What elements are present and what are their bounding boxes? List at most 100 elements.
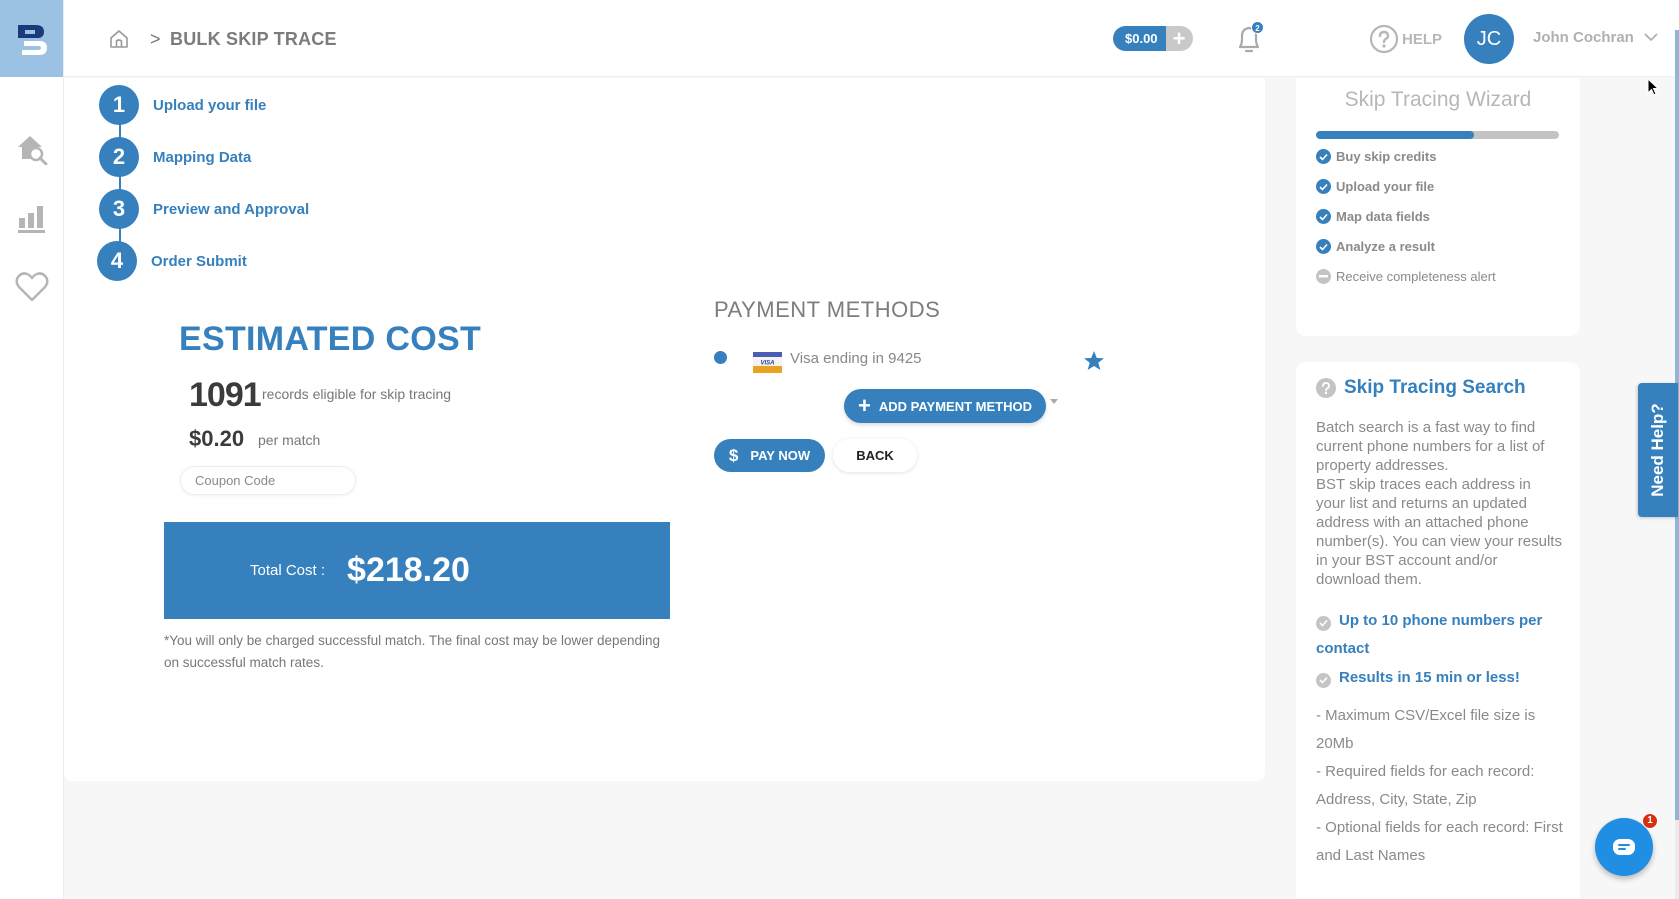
chat-unread-badge: 1	[1642, 813, 1658, 829]
need-help-tab[interactable]: Need Help?	[1638, 383, 1678, 517]
question-circle-icon	[1369, 24, 1399, 54]
chat-icon	[1613, 839, 1635, 855]
notification-badge: 2	[1251, 21, 1264, 34]
wizard-step-item: Receive completeness alert	[1316, 269, 1496, 284]
wizard-progress-fill	[1316, 131, 1474, 139]
check-circle-icon	[1316, 239, 1331, 254]
step-label: Preview and Approval	[153, 200, 310, 218]
question-circle-icon	[1316, 378, 1336, 398]
payment-method-radio[interactable]	[714, 351, 727, 364]
skip-tracing-search-card: Skip Tracing Search Batch search is a fa…	[1296, 362, 1580, 899]
step-label: Upload your file	[153, 96, 267, 114]
help-label: HELP	[1402, 30, 1443, 48]
search-card-notes: - Maximum CSV/Excel file size is 20Mb - …	[1316, 702, 1566, 870]
records-label: records eligible for skip tracing	[262, 386, 452, 402]
step-number: 2	[99, 137, 139, 177]
records-count: 1091	[189, 376, 262, 414]
wizard-step-item: Map data fields	[1316, 209, 1430, 224]
wizard-step-label: Map data fields	[1336, 209, 1430, 224]
cost-disclaimer: *You will only be charged successful mat…	[164, 633, 661, 670]
home-icon	[110, 30, 128, 48]
add-payment-method-label: ADD PAYMENT METHOD	[878, 398, 1032, 414]
wizard-step-item: Upload your file	[1316, 179, 1434, 194]
check-circle-icon	[1316, 179, 1331, 194]
breadcrumb-home[interactable]	[108, 28, 130, 50]
search-card-title: Skip Tracing Search	[1344, 377, 1526, 398]
balance-widget[interactable]: $0.00 +	[1113, 26, 1193, 51]
pay-now-label: PAY NOW	[750, 448, 811, 463]
sidebar-item-favorites[interactable]	[15, 270, 49, 304]
check-circle-icon	[1316, 209, 1331, 224]
user-name: John Cochran	[1533, 29, 1634, 46]
user-avatar[interactable]: JC	[1464, 14, 1514, 64]
wizard-step-label: Analyze a result	[1336, 239, 1435, 254]
need-help-label: Need Help?	[1648, 403, 1667, 497]
chevron-down-icon	[1644, 33, 1658, 42]
pay-now-button[interactable]: $ PAY NOW	[714, 439, 825, 472]
left-sidebar	[0, 0, 64, 899]
plus-icon: +	[858, 393, 871, 418]
balance-amount: $0.00	[1113, 26, 1166, 51]
search-card-description: Batch search is a fast way to find curre…	[1316, 418, 1564, 589]
coupon-code-input[interactable]	[180, 466, 356, 495]
wizard-progress-bar	[1316, 131, 1559, 139]
check-circle-icon	[1316, 615, 1331, 631]
total-cost-value: $218.20	[347, 551, 470, 589]
skip-tracing-wizard-card: Skip Tracing Wizard Buy skip credits Uplo…	[1296, 78, 1580, 336]
star-icon	[1084, 351, 1104, 370]
wizard-step-label: Buy skip credits	[1336, 149, 1437, 164]
user-menu[interactable]: John Cochran	[1533, 29, 1658, 46]
total-cost-box: Total Cost : $218.20	[164, 522, 670, 619]
check-circle-icon	[1316, 672, 1331, 688]
dollar-icon: $	[728, 445, 739, 465]
page-title: BULK SKIP TRACE	[170, 29, 337, 49]
card-brand: VISA	[760, 361, 774, 367]
help-button[interactable]: HELP	[1369, 24, 1442, 54]
app-logo[interactable]	[0, 0, 63, 77]
heart-icon	[15, 272, 49, 302]
breadcrumb-separator: >	[150, 29, 161, 49]
add-funds-button[interactable]: +	[1165, 26, 1193, 51]
feature-text: Results in 15 min or less!	[1339, 669, 1520, 686]
payment-method-label[interactable]: Visa ending in 9425	[790, 350, 922, 367]
step-preview-approval[interactable]: 3 Preview and Approval	[99, 189, 309, 229]
visa-card-icon: VISA	[753, 352, 782, 373]
wizard-step-item: Buy skip credits	[1316, 149, 1436, 164]
feature-item: Up to 10 phone numbers per contact	[1316, 607, 1556, 663]
step-label: Mapping Data	[153, 148, 252, 166]
feature-text: Up to 10 phone numbers per contact	[1316, 612, 1543, 657]
step-number: 4	[97, 241, 137, 281]
check-circle-icon	[1316, 149, 1331, 164]
add-payment-method-button[interactable]: + ADD PAYMENT METHOD	[844, 389, 1046, 423]
wizard-step-label: Receive completeness alert	[1336, 269, 1496, 284]
minus-circle-icon	[1316, 269, 1331, 284]
total-cost-label: Total Cost :	[250, 562, 326, 579]
default-payment-star[interactable]	[1083, 350, 1105, 372]
stepper-connector	[119, 110, 121, 260]
step-order-submit[interactable]: 4 Order Submit	[97, 241, 247, 281]
house-search-icon	[18, 136, 48, 165]
step-mapping-data[interactable]: 2 Mapping Data	[99, 137, 251, 177]
note-item: - Optional fields for each record: First…	[1316, 819, 1563, 864]
add-payment-dropdown-caret[interactable]	[1050, 399, 1058, 404]
wizard-title: Skip Tracing Wizard	[1344, 88, 1532, 111]
description-paragraph: Batch search is a fast way to find curre…	[1316, 419, 1545, 474]
sidebar-item-analytics[interactable]	[15, 201, 49, 235]
search-card-header: Skip Tracing Search	[1316, 377, 1526, 399]
step-upload-file[interactable]: 1 Upload your file	[99, 85, 266, 125]
bar-chart-icon	[18, 206, 45, 233]
estimated-cost-title: ESTIMATED COST	[179, 320, 482, 358]
back-button[interactable]: BACK	[833, 439, 917, 472]
sidebar-item-property-search[interactable]	[15, 132, 49, 166]
note-item: - Maximum CSV/Excel file size is 20Mb	[1316, 707, 1536, 752]
wizard-step-label: Upload your file	[1336, 179, 1435, 194]
step-number: 1	[99, 85, 139, 125]
note-item: - Required fields for each record: Addre…	[1316, 763, 1535, 808]
logo-icon	[17, 24, 47, 55]
payment-methods-title: PAYMENT METHODS	[714, 297, 941, 322]
description-paragraph: BST skip traces each address in your lis…	[1316, 476, 1562, 588]
price-label: per match	[258, 432, 321, 448]
step-number: 3	[99, 189, 139, 229]
feature-item: Results in 15 min or less!	[1316, 664, 1556, 692]
mouse-cursor-icon	[1647, 78, 1659, 96]
